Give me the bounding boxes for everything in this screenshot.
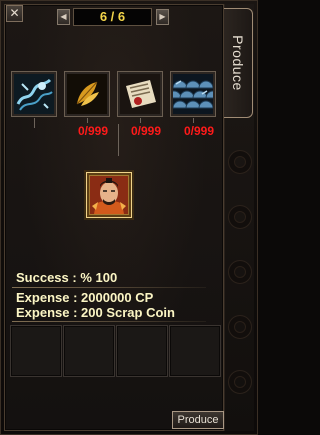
material-slot-4[interactable] [169, 325, 221, 377]
result-slot[interactable] [86, 172, 132, 218]
recipe-scroll-icon [120, 74, 160, 114]
warrior-portrait-icon [90, 176, 128, 214]
ornament-decoration [228, 150, 252, 174]
material-slot-3[interactable] [116, 325, 168, 377]
golden-feather-icon [67, 74, 107, 114]
prev-page-button[interactable]: ◀ [57, 9, 70, 25]
page-indicator: 6 / 6 [73, 8, 152, 26]
ornament-decoration [228, 260, 252, 284]
blue-scales-icon [173, 74, 213, 114]
ingredient-count-2: 0/999 [77, 124, 108, 138]
chevron-left-icon: ◀ [60, 12, 67, 21]
ingredient-slot-2[interactable] [65, 72, 109, 116]
connector-line [140, 118, 141, 123]
tab-produce[interactable]: Produce [224, 8, 253, 118]
close-icon: ✕ [9, 6, 20, 20]
ingredient-slot-1[interactable] [12, 72, 56, 116]
produce-button[interactable]: Produce [172, 411, 224, 429]
success-rate-text: Success : % 100 [16, 270, 118, 285]
chevron-right-icon: ▶ [159, 12, 166, 21]
ornament-decoration [228, 315, 252, 339]
ingredient-slot-4[interactable] [171, 72, 215, 116]
ingredient-slot-3[interactable] [118, 72, 162, 116]
close-button[interactable]: ✕ [6, 5, 23, 22]
tab-produce-label: Produce [230, 35, 246, 91]
ingredient-count-4: 0/999 [183, 124, 214, 138]
connector-line [34, 118, 35, 128]
connector-line [87, 118, 88, 123]
ornament-decoration [228, 370, 252, 394]
dragon-essence-icon [14, 74, 54, 114]
ornament-decoration [228, 205, 252, 229]
ingredient-count-3: 0/999 [130, 124, 161, 138]
material-slot-2[interactable] [63, 325, 115, 377]
connector-line [118, 124, 119, 156]
divider [12, 321, 206, 322]
next-page-button[interactable]: ▶ [156, 9, 169, 25]
divider [12, 287, 206, 288]
expense-coin-text: Expense : 200 Scrap Coin [16, 305, 175, 320]
connector-line [193, 118, 194, 123]
expense-cp-text: Expense : 2000000 CP [16, 290, 154, 305]
material-slot-1[interactable] [10, 325, 62, 377]
